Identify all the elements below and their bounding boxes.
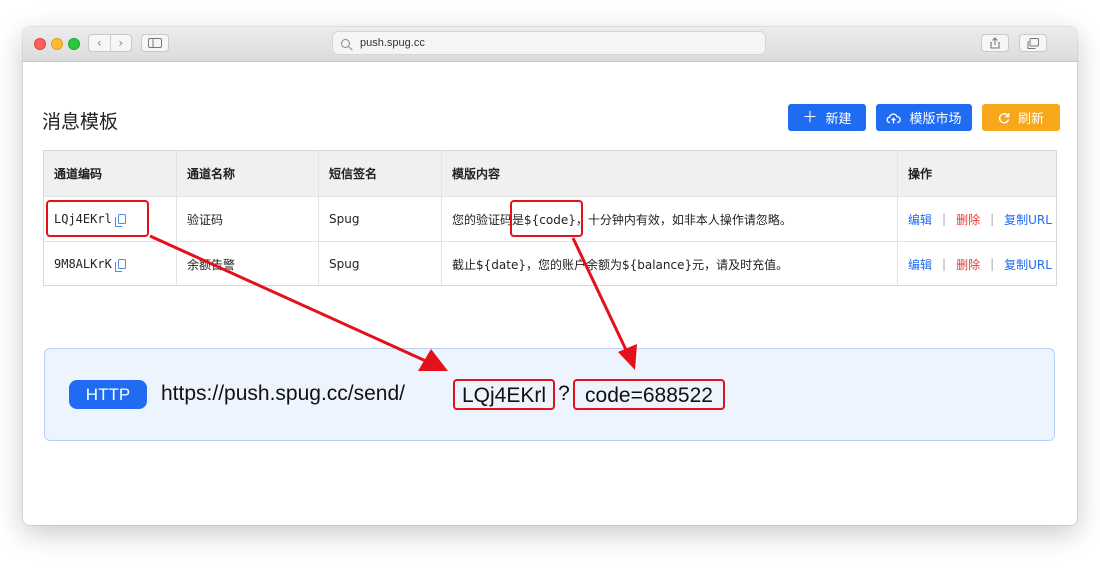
refresh-icon (998, 112, 1010, 123)
column-header: 操作 (908, 167, 933, 181)
channel-code: 9M8ALKrK (54, 257, 112, 271)
address-text: push.spug.cc (360, 37, 425, 49)
copy-icon[interactable] (114, 214, 126, 227)
minimize-window-button[interactable] (51, 38, 63, 50)
search-icon (341, 38, 350, 48)
browser-window: ‹ › push.spug.cc 消息模板 ＋ 新建 模版市场 刷新 通道编码 … (23, 27, 1077, 525)
new-button[interactable]: ＋ 新建 (788, 104, 866, 131)
column-header: 短信签名 (319, 151, 442, 196)
action-separator: | (990, 212, 995, 226)
cloud-upload-icon (887, 112, 902, 123)
sidebar-icon (148, 38, 162, 48)
column-header: 模版内容 (442, 151, 898, 196)
delete-link[interactable]: 删除 (956, 211, 980, 228)
template-market-button[interactable]: 模版市场 (876, 104, 972, 131)
template-content: 您的验证码是${code}，十分钟内有效，如非本人操作请忽略。 (442, 197, 898, 241)
template-table: 通道编码 通道名称 短信签名 模版内容 操作 LQj4EKrl 验证码 Spug… (43, 150, 1057, 286)
edit-link[interactable]: 编辑 (908, 256, 932, 273)
new-button-label: 新建 (825, 112, 852, 127)
sms-signature: Spug (319, 242, 442, 286)
delete-link[interactable]: 删除 (956, 256, 980, 273)
forward-icon[interactable]: › (111, 35, 132, 51)
copy-url-link[interactable]: 复制URL (1004, 256, 1052, 273)
close-window-button[interactable] (34, 38, 46, 50)
copy-icon[interactable] (114, 259, 126, 272)
action-separator: | (942, 212, 947, 226)
page-title: 消息模板 (42, 111, 119, 133)
sms-signature: Spug (319, 197, 442, 241)
copy-url-link[interactable]: 复制URL (1004, 211, 1052, 228)
table-header-row: 通道编码 通道名称 短信签名 模版内容 操作 (44, 151, 1056, 197)
column-header: 通道编码 (44, 151, 177, 196)
tabs-icon (1027, 37, 1039, 49)
url-base: https://push.spug.cc/send/ (161, 382, 405, 405)
http-example-box: HTTP https://push.spug.cc/send/ LQj4EKrl… (44, 348, 1055, 441)
column-header: 通道名称 (177, 151, 319, 196)
channel-name: 验证码 (177, 197, 319, 241)
template-market-label: 模版市场 (909, 112, 962, 127)
refresh-button[interactable]: 刷新 (982, 104, 1060, 131)
channel-code: LQj4EKrl (54, 212, 112, 226)
tabs-overview-button[interactable] (1019, 34, 1047, 52)
channel-code-cell: 9M8ALKrK (44, 242, 177, 286)
url-channel-code: LQj4EKrl (453, 379, 555, 410)
sidebar-toggle-button[interactable] (141, 34, 169, 52)
table-row: 9M8ALKrK 余额告警 Spug 截止${date}，您的账户余额为${ba… (44, 242, 1056, 286)
edit-link[interactable]: 编辑 (908, 211, 932, 228)
template-content: 截止${date}，您的账户余额为${balance}元，请及时充值。 (442, 242, 898, 286)
maximize-window-button[interactable] (68, 38, 80, 50)
url-param: code=688522 (573, 379, 725, 410)
action-separator: | (990, 257, 995, 271)
channel-name: 余额告警 (177, 242, 319, 286)
share-button[interactable] (981, 34, 1009, 52)
actions-cell: 编辑 | 删除 | 复制URL (898, 242, 1056, 286)
plus-icon: ＋ (802, 108, 818, 126)
address-bar[interactable]: push.spug.cc (332, 31, 766, 55)
actions-cell: 编辑 | 删除 | 复制URL (898, 197, 1056, 241)
http-badge: HTTP (69, 380, 147, 409)
nav-buttons: ‹ › (88, 34, 132, 52)
refresh-label: 刷新 (1017, 112, 1044, 127)
share-icon (990, 37, 1000, 49)
back-icon[interactable]: ‹ (89, 35, 111, 51)
browser-titlebar: ‹ › push.spug.cc (23, 27, 1077, 62)
channel-code-cell: LQj4EKrl (44, 197, 177, 241)
table-row: LQj4EKrl 验证码 Spug 您的验证码是${code}，十分钟内有效，如… (44, 197, 1056, 242)
url-question-mark: ? (558, 382, 570, 405)
action-separator: | (942, 257, 947, 271)
